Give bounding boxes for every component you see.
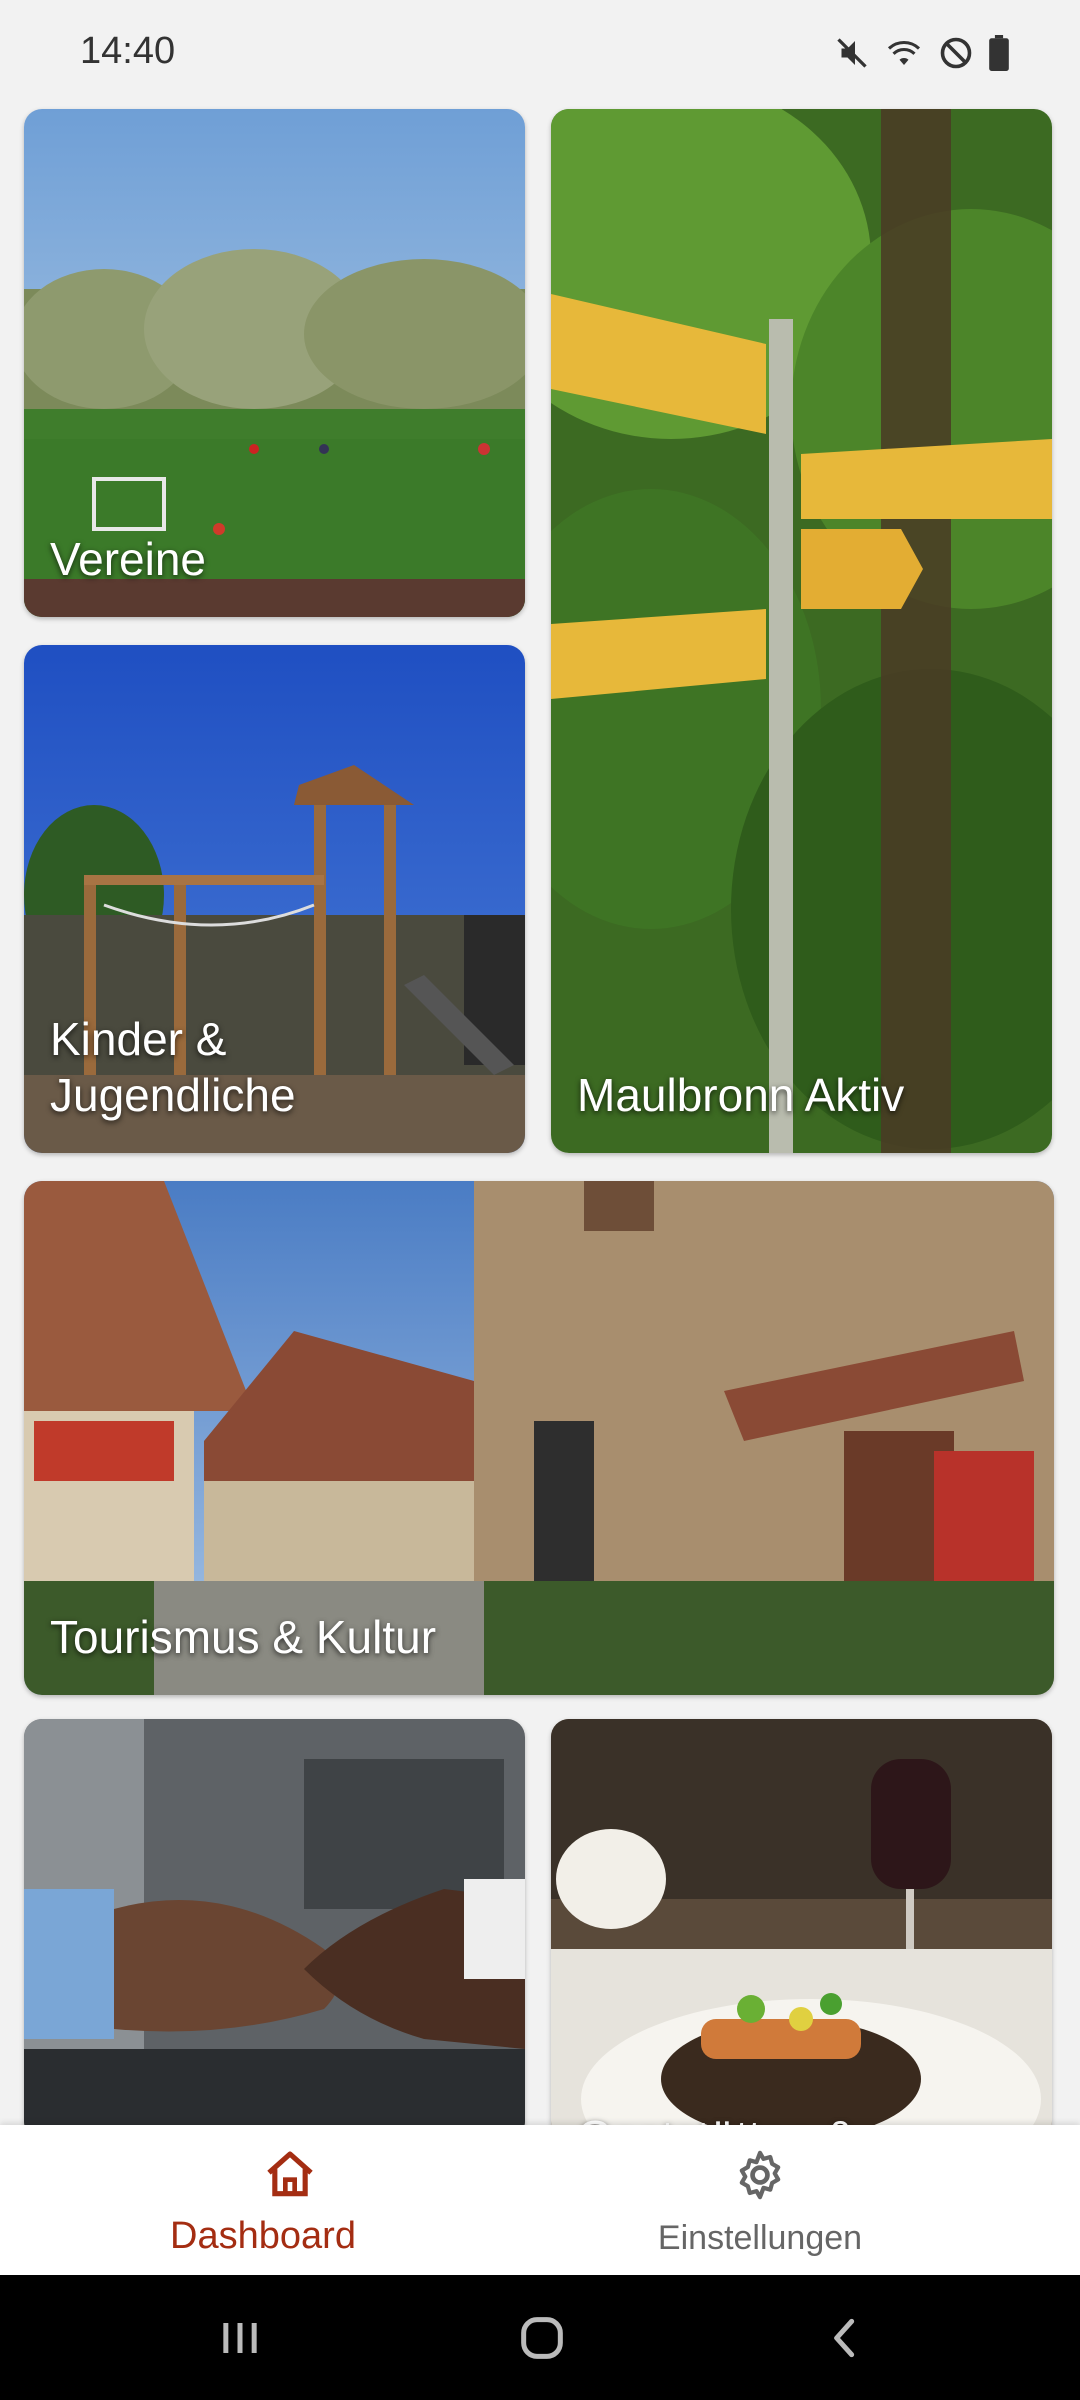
tile-maulbronn-aktiv-label: Maulbronn Aktiv (577, 1069, 905, 1121)
system-navigation-bar (0, 2275, 1080, 2400)
tile-kinder-jugendliche[interactable]: Kinder & Jugendliche (24, 645, 525, 1153)
tile-gaststaetten-label: Gaststätten & (577, 2109, 1032, 2125)
tile-gaststaetten-image (551, 1719, 1052, 2125)
do-not-disturb-icon (940, 37, 972, 69)
home-button-icon[interactable] (512, 2313, 572, 2363)
dashboard-grid: Vereine Maulbronn Aktiv Kinder & Jugendl… (0, 105, 1080, 2125)
nav-einstellungen-label: Einstellungen (657, 2219, 863, 2257)
tile-handshake-image (24, 1719, 525, 2125)
tile-vereine-label: Vereine (50, 533, 207, 585)
status-bar: 14:40 (0, 0, 1080, 105)
tile-tourismus-kultur-label: Tourismus & Kultur (50, 1611, 437, 1663)
tile-tourismus-kultur[interactable]: Tourismus & Kultur (24, 1181, 1054, 1695)
tile-maulbronn-aktiv-image (551, 109, 1052, 1153)
mute-icon (837, 38, 867, 68)
status-icons (834, 30, 1010, 76)
tile-gaststaetten[interactable]: Gaststätten & (551, 1719, 1052, 2125)
status-time: 14:40 (80, 30, 176, 72)
back-icon[interactable] (815, 2313, 875, 2363)
home-icon (267, 2151, 313, 2197)
recent-apps-icon[interactable] (210, 2313, 270, 2363)
tile-vereine[interactable]: Vereine (24, 109, 525, 617)
tile-maulbronn-aktiv[interactable]: Maulbronn Aktiv (551, 109, 1052, 1153)
wifi-icon (887, 41, 921, 65)
tile-handshake[interactable] (24, 1719, 525, 2125)
gear-icon (739, 2150, 781, 2200)
bottom-navigation: Dashboard Einstellungen (0, 2125, 1080, 2275)
battery-icon (989, 35, 1009, 71)
nav-einstellungen[interactable]: Einstellungen (490, 2125, 1030, 2275)
nav-dashboard-label: Dashboard (170, 2215, 356, 2257)
tile-kinder-jugendliche-label: Kinder & Jugendliche (50, 1013, 296, 1121)
